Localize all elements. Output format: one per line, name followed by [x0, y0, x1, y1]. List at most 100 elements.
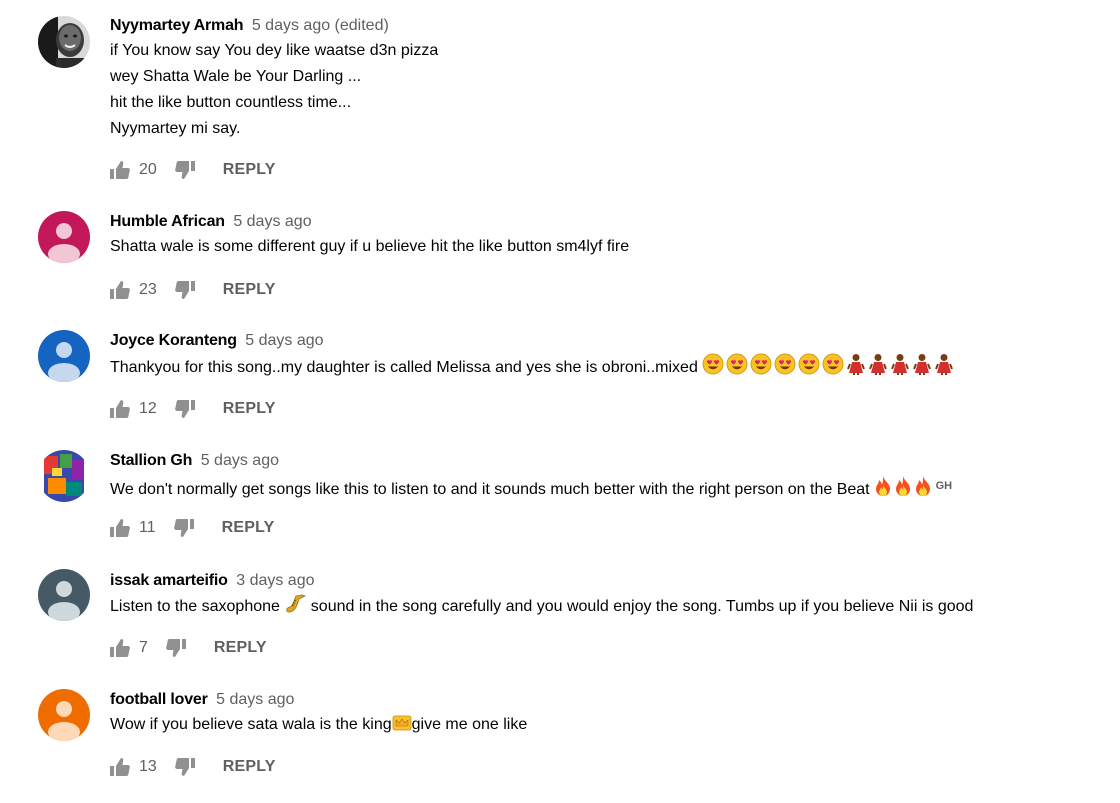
heart-eyes-face-icon [702, 353, 724, 375]
comment-text-part: give me one like [411, 716, 528, 733]
comment-text-part: Listen to the saxophone [110, 598, 280, 615]
thumbs-up-icon [110, 161, 130, 179]
like-count: 12 [139, 400, 157, 417]
dislike-button[interactable] [174, 400, 195, 418]
avatar[interactable] [38, 330, 90, 382]
comment-text-line: wey Shatta Wale be Your Darling ... [110, 68, 362, 85]
woman-figure-icon [868, 354, 887, 375]
comment-timestamp[interactable]: 5 days ago (edited) [252, 17, 389, 34]
heart-eyes-face-icon [798, 353, 820, 375]
avatar[interactable] [38, 569, 90, 621]
thumbs-down-icon [174, 758, 195, 776]
like-button[interactable] [110, 758, 130, 776]
heart-eyes-face-icon [750, 353, 772, 375]
heart-eyes-face-icon [822, 353, 844, 375]
saxophone-icon [286, 594, 307, 613]
heart-eyes-face-icon [774, 353, 796, 375]
comment-text: Shatta wale is some different guy if u b… [110, 234, 1110, 260]
comment-text-line: hit the like button countless time... [110, 94, 352, 111]
avatar-photo [38, 16, 90, 68]
like-button[interactable] [110, 161, 130, 179]
avatar-photo [38, 450, 90, 502]
thumbs-down-icon [166, 639, 186, 657]
woman-figure-icon [890, 354, 909, 375]
reply-button[interactable]: REPLY [223, 758, 276, 776]
thumbs-up-icon [110, 639, 130, 657]
reply-button[interactable]: REPLY [222, 519, 275, 537]
avatar[interactable] [38, 211, 90, 263]
comment-text: Listen to the saxophone sound in the son… [110, 593, 1110, 620]
comment-actions: 12 REPLY [110, 397, 276, 421]
comment-text-line: Shatta wale is some different guy if u b… [110, 238, 630, 255]
woman-figure-icon [934, 354, 953, 375]
default-avatar-icon [38, 211, 90, 263]
dislike-button[interactable] [174, 758, 195, 776]
woman-figure-icon [912, 354, 931, 375]
comment-timestamp[interactable]: 3 days ago [236, 572, 314, 589]
comment-actions: 20 REPLY [110, 158, 276, 182]
comment-text-part: Wow if you believe sata wala is the king [110, 716, 392, 733]
comment-text-line: Thankyou for this song..my daughter is c… [110, 359, 698, 376]
comment-timestamp[interactable]: 5 days ago [233, 213, 311, 230]
comment-author[interactable]: Joyce Koranteng [110, 332, 237, 349]
thumbs-down-icon [173, 519, 194, 537]
comment-text-line: Nyymartey mi say. [110, 120, 241, 137]
default-avatar-icon [38, 689, 90, 741]
heart-eyes-face-icon [726, 353, 748, 375]
fire-icon [915, 476, 930, 496]
like-count: 7 [139, 639, 148, 656]
like-button[interactable] [110, 519, 130, 537]
comment-actions: 13 REPLY [110, 755, 276, 779]
default-avatar-icon [38, 569, 90, 621]
reply-button[interactable]: REPLY [223, 400, 276, 418]
comment-text-line: We don't normally get songs like this to… [110, 481, 870, 498]
comment-actions: 23 REPLY [110, 278, 276, 302]
comment-timestamp[interactable]: 5 days ago [216, 691, 294, 708]
like-button[interactable] [110, 639, 130, 657]
emoji-group [702, 353, 954, 375]
comment-author[interactable]: issak amarteifio [110, 572, 228, 589]
dislike-button[interactable] [174, 281, 195, 299]
crown-icon [392, 715, 412, 731]
comment-author[interactable]: football lover [110, 691, 208, 708]
default-avatar-icon [38, 330, 90, 382]
comment-author[interactable]: Stallion Gh [110, 452, 192, 469]
comment-timestamp[interactable]: 5 days ago [245, 332, 323, 349]
dislike-button[interactable] [174, 161, 195, 179]
comment-text-line: if You know say You dey like waatse d3n … [110, 42, 439, 59]
fire-icon [895, 476, 910, 496]
avatar[interactable] [38, 16, 90, 68]
avatar[interactable] [38, 689, 90, 741]
like-button[interactable] [110, 400, 130, 418]
avatar[interactable] [38, 450, 90, 502]
comment-actions: 11 REPLY [110, 516, 274, 540]
thumbs-up-icon [110, 519, 130, 537]
comment-timestamp[interactable]: 5 days ago [201, 452, 279, 469]
comment-text-part: sound in the song carefully and you woul… [306, 598, 974, 615]
fire-icon [875, 476, 890, 496]
reply-button[interactable]: REPLY [223, 161, 276, 179]
comment-suffix: GH [935, 480, 953, 492]
woman-figure-icon [846, 354, 865, 375]
thumbs-up-icon [110, 758, 130, 776]
comment-text: Thankyou for this song..my daughter is c… [110, 353, 1110, 381]
thumbs-up-icon [110, 400, 130, 418]
reply-button[interactable]: REPLY [214, 639, 267, 657]
dislike-button[interactable] [166, 639, 186, 657]
comment-text: We don't normally get songs like this to… [110, 473, 1110, 503]
comment-text: if You know say You dey like waatse d3n … [110, 38, 1110, 142]
like-count: 23 [139, 281, 157, 298]
like-button[interactable] [110, 281, 130, 299]
dislike-button[interactable] [173, 519, 194, 537]
thumbs-down-icon [174, 400, 195, 418]
like-count: 20 [139, 161, 157, 178]
thumbs-down-icon [174, 281, 195, 299]
comment-actions: 7 REPLY [110, 636, 267, 660]
emoji-group: GH [874, 473, 953, 499]
comment-author[interactable]: Humble African [110, 213, 225, 230]
like-count: 13 [139, 758, 157, 775]
reply-button[interactable]: REPLY [223, 281, 276, 299]
thumbs-up-icon [110, 281, 130, 299]
comment-text: Wow if you believe sata wala is the king… [110, 712, 1110, 738]
comment-author[interactable]: Nyymartey Armah [110, 17, 244, 34]
